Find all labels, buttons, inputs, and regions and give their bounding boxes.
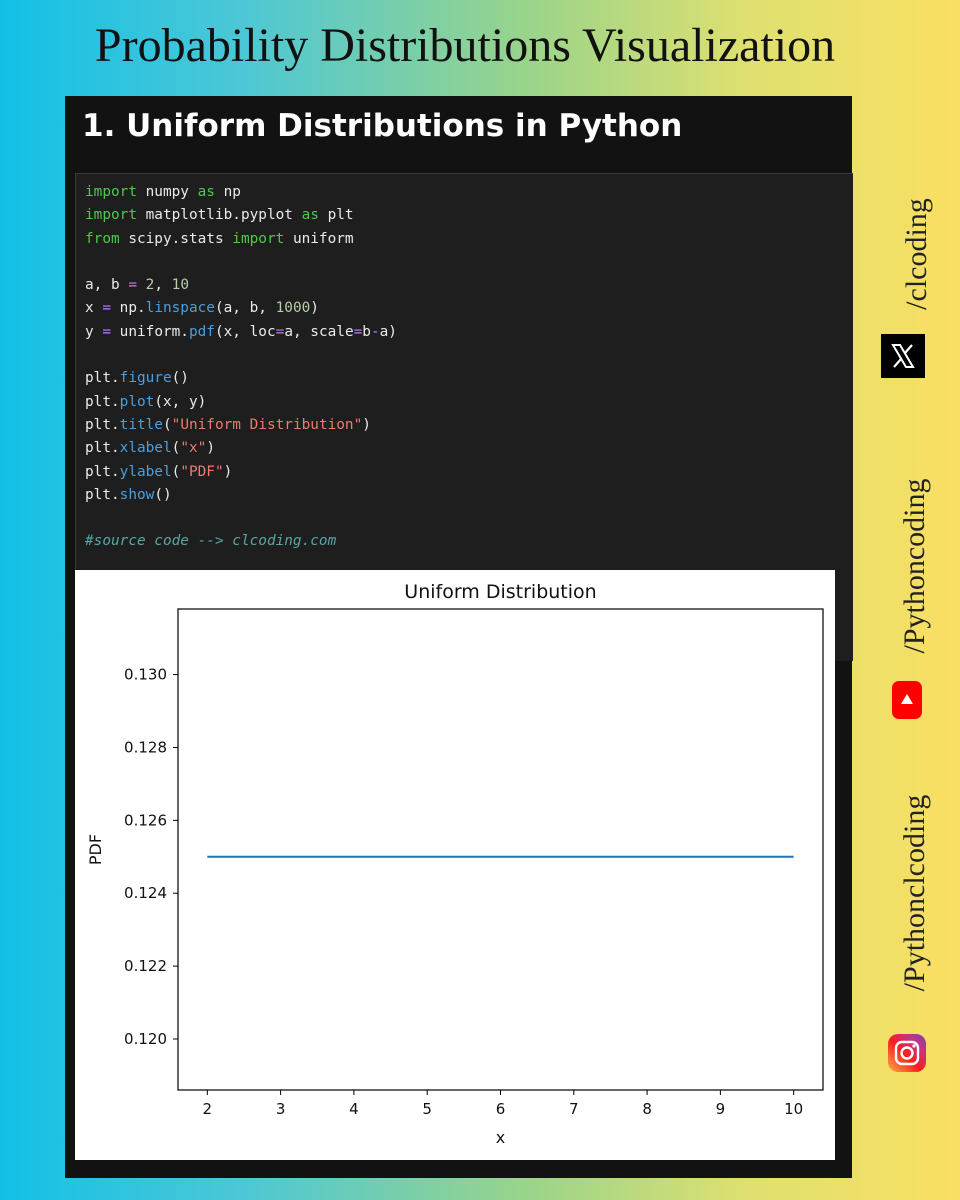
chart-title: Uniform Distribution [404, 581, 596, 603]
code-line: from scipy.stats import uniform [85, 230, 354, 247]
y-tick-label: 0.130 [124, 666, 167, 684]
axes-frame [177, 608, 824, 1091]
section-heading: 1. Uniform Distributions in Python [82, 108, 683, 144]
social-sidebar: /clcoding /Pythoncoding /Pythonclcoding [860, 0, 960, 1200]
x-tick-label: 4 [349, 1100, 359, 1118]
notebook-panel: 1. Uniform Distributions in Python impor… [65, 96, 853, 1178]
y-axis-label: PDF [86, 834, 105, 865]
code-line: plt.title("Uniform Distribution") [85, 416, 371, 433]
x-tick-label: 6 [496, 1100, 506, 1118]
code-line: #source code --> clcoding.com [85, 533, 337, 550]
x-tick-label: 2 [203, 1100, 213, 1118]
code-line: import numpy as np [85, 184, 241, 200]
youtube-icon[interactable] [892, 681, 922, 719]
y-tick-label: 0.126 [124, 811, 167, 829]
x-tick-label: 9 [716, 1100, 726, 1118]
x-logo-icon[interactable] [881, 334, 925, 378]
code-line: a, b = 2, 10 [85, 277, 189, 294]
code-line: plt.xlabel("x") [85, 440, 215, 457]
code-line: plt.ylabel("PDF") [85, 463, 233, 480]
code-line: y = uniform.pdf(x, loc=a, scale=b-a) [85, 323, 397, 340]
code-line: import matplotlib.pyplot as plt [85, 207, 354, 224]
x-tick-label: 5 [422, 1100, 432, 1118]
code-line: x = np.linspace(a, b, 1000) [85, 300, 319, 317]
x-tick-label: 8 [642, 1100, 652, 1118]
uniform-distribution-chart: Uniform Distribution 2 3 4 5 6 7 8 9 10 0.120 0.122… [86, 581, 824, 1147]
x-tick-label: 10 [784, 1100, 803, 1118]
x-axis-label: x [496, 1128, 505, 1147]
twitter-handle[interactable]: /clcoding [900, 184, 934, 324]
y-tick-label: 0.128 [124, 738, 167, 756]
x-tick-label: 3 [276, 1100, 286, 1118]
instagram-handle[interactable]: /Pythonclcoding [898, 758, 932, 1028]
page-title: Probability Distributions Visualization [94, 19, 836, 72]
youtube-handle[interactable]: /Pythoncoding [898, 461, 932, 671]
plot-output: Uniform Distribution 2 3 4 5 6 7 8 9 10 0.120 0.122… [75, 570, 835, 1160]
code-block: import numpy as np import matplotlib.pypl… [85, 181, 397, 554]
x-tick-label: 7 [569, 1100, 579, 1118]
y-tick-label: 0.120 [124, 1030, 167, 1048]
code-line: plt.plot(x, y) [85, 393, 207, 410]
y-tick-label: 0.122 [124, 957, 167, 975]
code-line: plt.show() [85, 486, 172, 503]
instagram-icon[interactable] [888, 1034, 926, 1072]
code-line: plt.figure() [85, 370, 189, 387]
y-tick-label: 0.124 [124, 884, 167, 902]
